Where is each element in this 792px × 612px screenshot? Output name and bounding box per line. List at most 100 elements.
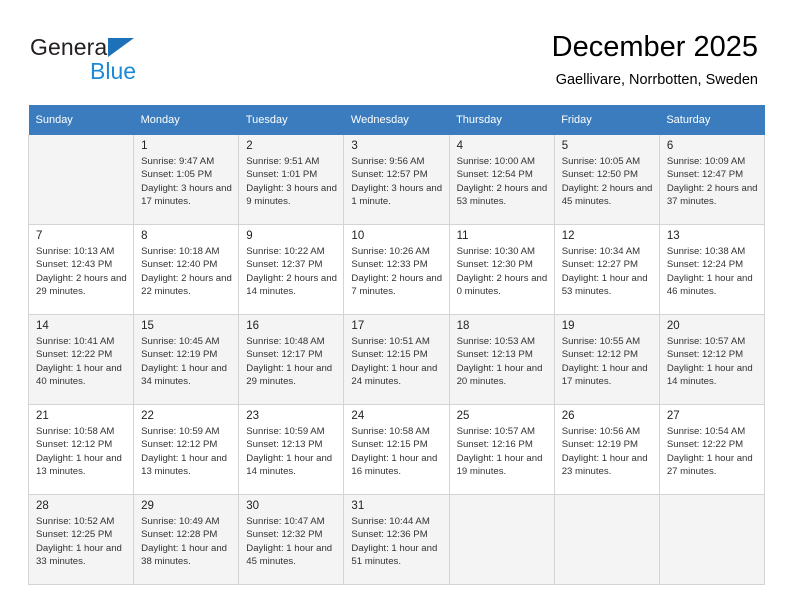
- calendar-day-cell[interactable]: 21 Sunrise: 10:58 AM Sunset: 12:12 PM Dayli…: [27, 404, 135, 495]
- day-cell-content: 9 Sunrise: 10:22 AM Sunset: 12:37 PM Daylig…: [240, 225, 343, 314]
- calendar-day-cell[interactable]: 24 Sunrise: 10:58 AM Sunset: 12:15 PM Dayli…: [343, 404, 450, 495]
- calendar-day-cell[interactable]: 3 Sunrise: 9:56 AM Sunset: 12:57 PM Dayligh…: [343, 135, 450, 225]
- calendar-day-cell[interactable]: 5 Sunrise: 10:05 AM Sunset: 12:50 PM Daylig…: [553, 135, 660, 225]
- day-cell-content: 27 Sunrise: 10:54 AM Sunset: 12:22 PM Dayli…: [660, 405, 763, 494]
- sunrise-text: Sunrise: 9:47 AM: [141, 156, 215, 167]
- day-number: 19: [561, 320, 575, 332]
- sunset-text: Sunset: 12:37 PM: [246, 259, 323, 271]
- day-sun-info: Sunrise: 10:30 AM Sunset: 12:30 PM Dayligh…: [457, 245, 548, 299]
- day-cell-content: 26 Sunrise: 10:56 AM Sunset: 12:19 PM Dayli…: [555, 405, 658, 494]
- weekday-header-wednesday: Wednesday: [343, 105, 450, 135]
- sunset-text: Sunset: 12:32 PM: [246, 529, 323, 541]
- sunrise-text: Sunrise: 10:30 AM: [456, 246, 535, 257]
- calendar-day-cell[interactable]: 26 Sunrise: 10:56 AM Sunset: 12:19 PM Dayli…: [553, 404, 660, 495]
- calendar-day-cell[interactable]: 30 Sunrise: 10:47 AM Sunset: 12:32 PM Dayli…: [238, 494, 345, 585]
- calendar-day-cell[interactable]: 28 Sunrise: 10:52 AM Sunset: 12:25 PM Dayli…: [27, 494, 135, 585]
- day-sun-info: Sunrise: 10:26 AM Sunset: 12:33 PM Dayligh…: [351, 245, 442, 299]
- daylight-text: Daylight: 1 hour and 20 minutes.: [456, 362, 543, 388]
- calendar-day-cell[interactable]: 13 Sunrise: 10:38 AM Sunset: 12:24 PM Dayli…: [658, 224, 766, 315]
- calendar-day-cell[interactable]: 23 Sunrise: 10:59 AM Sunset: 12:13 PM Dayli…: [238, 404, 345, 495]
- sunset-text: Sunset: 12:12 PM: [561, 349, 638, 361]
- weekday-header-monday: Monday: [133, 105, 239, 135]
- day-number: 16: [246, 320, 260, 332]
- calendar-day-cell[interactable]: 16 Sunrise: 10:48 AM Sunset: 12:17 PM Dayli…: [238, 314, 345, 405]
- day-number: 17: [351, 320, 365, 332]
- logo-text-general: General: [30, 34, 113, 60]
- day-sun-info: Sunrise: 10:55 AM Sunset: 12:12 PM Dayligh…: [562, 335, 653, 389]
- calendar-day-cell[interactable]: 10 Sunrise: 10:26 AM Sunset: 12:33 PM Dayli…: [343, 224, 450, 315]
- calendar-day-cell[interactable]: 18 Sunrise: 10:53 AM Sunset: 12:13 PM Dayli…: [448, 314, 555, 405]
- day-number: 8: [141, 230, 148, 242]
- day-sun-info: Sunrise: 10:05 AM Sunset: 12:50 PM Dayligh…: [562, 155, 653, 209]
- calendar-day-cell[interactable]: 17 Sunrise: 10:51 AM Sunset: 12:15 PM Dayli…: [343, 314, 450, 405]
- calendar-day-cell[interactable]: 19 Sunrise: 10:55 AM Sunset: 12:12 PM Dayli…: [553, 314, 660, 405]
- day-sun-info: Sunrise: 10:59 AM Sunset: 12:12 PM Dayligh…: [141, 425, 232, 479]
- day-number: 28: [36, 500, 49, 512]
- day-sun-info: Sunrise: 10:22 AM Sunset: 12:37 PM Dayligh…: [246, 245, 337, 299]
- calendar-day-cell[interactable]: 12 Sunrise: 10:34 AM Sunset: 12:27 PM Dayli…: [553, 224, 660, 315]
- calendar-day-cell[interactable]: 4 Sunrise: 10:00 AM Sunset: 12:54 PM Daylig…: [448, 135, 555, 225]
- calendar-day-cell[interactable]: 11 Sunrise: 10:30 AM Sunset: 12:30 PM Dayli…: [448, 224, 555, 315]
- sunrise-text: Sunrise: 10:18 AM: [141, 246, 220, 257]
- calendar-day-cell[interactable]: 14 Sunrise: 10:41 AM Sunset: 12:22 PM Dayli…: [27, 314, 135, 405]
- calendar-day-cell[interactable]: 31 Sunrise: 10:44 AM Sunset: 12:36 PM Dayli…: [343, 494, 450, 585]
- sunrise-text: Sunrise: 10:22 AM: [246, 246, 325, 257]
- logo-general-blue[interactable]: General Blue: [30, 34, 250, 90]
- sunset-text: Sunset: 12:22 PM: [666, 439, 744, 451]
- day-cell-content: 28 Sunrise: 10:52 AM Sunset: 12:25 PM Dayli…: [30, 495, 133, 584]
- calendar-day-cell[interactable]: 22 Sunrise: 10:59 AM Sunset: 12:12 PM Dayli…: [133, 404, 240, 495]
- sunrise-text: Sunrise: 10:49 AM: [141, 516, 220, 527]
- calendar-day-cell[interactable]: 9 Sunrise: 10:22 AM Sunset: 12:37 PM Daylig…: [238, 224, 345, 315]
- calendar-day-cell[interactable]: 15 Sunrise: 10:45 AM Sunset: 12:19 PM Dayli…: [133, 314, 240, 405]
- daylight-text: Daylight: 3 hours and 9 minutes.: [246, 182, 337, 208]
- daylight-text: Daylight: 1 hour and 53 minutes.: [561, 272, 648, 298]
- day-number: 23: [246, 410, 260, 422]
- calendar-day-cell[interactable]: 8 Sunrise: 10:18 AM Sunset: 12:40 PM Daylig…: [133, 224, 240, 315]
- day-sun-info: Sunrise: 10:18 AM Sunset: 12:40 PM Dayligh…: [141, 245, 232, 299]
- daylight-text: Daylight: 1 hour and 24 minutes.: [351, 362, 438, 388]
- day-number: 5: [561, 140, 569, 152]
- calendar-day-cell[interactable]: 2 Sunrise: 9:51 AM Sunset: 1:01 PM Daylight…: [238, 135, 345, 225]
- sunrise-text: Sunrise: 10:09 AM: [666, 156, 746, 167]
- calendar-day-cell[interactable]: 27 Sunrise: 10:54 AM Sunset: 12:22 PM Dayli…: [658, 404, 766, 495]
- day-cell-content: 11 Sunrise: 10:30 AM Sunset: 12:30 PM Dayli…: [450, 225, 553, 314]
- day-cell-content: 29 Sunrise: 10:49 AM Sunset: 12:28 PM Dayli…: [135, 495, 238, 584]
- calendar-day-cell[interactable]: 29 Sunrise: 10:49 AM Sunset: 12:28 PM Dayli…: [133, 494, 240, 585]
- calendar-day-cell[interactable]: 7 Sunrise: 10:13 AM Sunset: 12:43 PM Daylig…: [27, 224, 135, 315]
- calendar-day-cell[interactable]: 20 Sunrise: 10:57 AM Sunset: 12:12 PM Dayli…: [658, 314, 766, 405]
- daylight-text: Daylight: 1 hour and 13 minutes.: [141, 452, 228, 478]
- day-sun-info: Sunrise: 10:51 AM Sunset: 12:15 PM Dayligh…: [351, 335, 442, 389]
- day-number: 25: [456, 410, 470, 422]
- day-cell-content: 8 Sunrise: 10:18 AM Sunset: 12:40 PM Daylig…: [135, 225, 238, 314]
- sunset-text: Sunset: 12:13 PM: [246, 439, 323, 451]
- page-title: December 2025: [551, 31, 758, 63]
- daylight-text: Daylight: 1 hour and 51 minutes.: [351, 542, 438, 568]
- day-sun-info: Sunrise: 10:41 AM Sunset: 12:22 PM Dayligh…: [36, 335, 127, 389]
- sunset-text: Sunset: 12:13 PM: [456, 349, 533, 361]
- day-number: 3: [351, 140, 358, 152]
- sunset-text: Sunset: 12:12 PM: [36, 439, 113, 451]
- sunrise-text: Sunrise: 10:58 AM: [36, 426, 115, 437]
- day-cell-content: 15 Sunrise: 10:45 AM Sunset: 12:19 PM Dayli…: [135, 315, 238, 404]
- daylight-text: Daylight: 1 hour and 45 minutes.: [246, 542, 333, 568]
- calendar-day-cell-empty: [658, 494, 766, 585]
- day-cell-content: 4 Sunrise: 10:00 AM Sunset: 12:54 PM Daylig…: [450, 135, 553, 224]
- day-sun-info: Sunrise: 9:47 AM Sunset: 1:05 PM Daylight:…: [141, 155, 232, 209]
- daylight-text: Daylight: 1 hour and 38 minutes.: [141, 542, 228, 568]
- sunset-text: Sunset: 12:50 PM: [561, 169, 638, 181]
- daylight-text: Daylight: 2 hours and 45 minutes.: [561, 182, 653, 208]
- calendar-day-cell[interactable]: 6 Sunrise: 10:09 AM Sunset: 12:47 PM Daylig…: [658, 135, 766, 225]
- daylight-text: Daylight: 1 hour and 33 minutes.: [36, 542, 122, 568]
- calendar-day-cell[interactable]: 1 Sunrise: 9:47 AM Sunset: 1:05 PM Daylight…: [133, 135, 240, 225]
- weekday-header-saturday: Saturday: [659, 105, 765, 135]
- sunrise-text: Sunrise: 10:59 AM: [246, 426, 325, 437]
- sunset-text: Sunset: 12:15 PM: [351, 349, 428, 361]
- sunset-text: Sunset: 12:33 PM: [351, 259, 428, 271]
- calendar-day-cell[interactable]: 25 Sunrise: 10:57 AM Sunset: 12:16 PM Dayli…: [448, 404, 555, 495]
- day-number: 22: [141, 410, 154, 422]
- day-number: 2: [246, 140, 253, 152]
- daylight-text: Daylight: 1 hour and 46 minutes.: [666, 272, 753, 298]
- sunrise-text: Sunrise: 10:53 AM: [456, 336, 535, 347]
- day-cell-content: 13 Sunrise: 10:38 AM Sunset: 12:24 PM Dayli…: [660, 225, 763, 314]
- sunrise-text: Sunrise: 10:13 AM: [36, 246, 115, 257]
